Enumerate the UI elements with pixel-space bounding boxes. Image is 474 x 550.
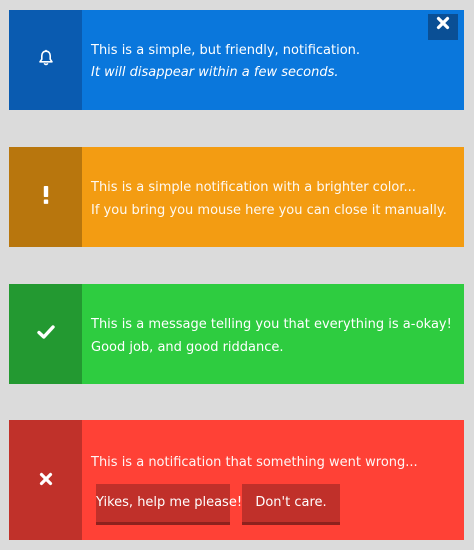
notification-success-body: This is a message telling you that every… bbox=[82, 284, 464, 384]
notification-error-body: This is a notification that something we… bbox=[82, 420, 464, 540]
notification-success-icon-panel bbox=[9, 284, 82, 384]
notification-message: This is a message telling you that every… bbox=[91, 317, 452, 332]
notification-warning-icon-panel bbox=[9, 147, 82, 247]
notification-submessage: If you bring you mouse here you can clos… bbox=[91, 203, 447, 218]
checkmark-icon bbox=[36, 324, 55, 344]
notification-submessage: Good job, and good riddance. bbox=[91, 340, 284, 355]
notification-success: This is a message telling you that every… bbox=[9, 284, 464, 384]
notification-error: This is a notification that something we… bbox=[9, 420, 464, 540]
help-me-button[interactable]: Yikes, help me please! bbox=[96, 484, 242, 522]
exclamation-icon bbox=[41, 185, 51, 209]
close-button[interactable] bbox=[428, 14, 458, 40]
notification-error-icon-panel bbox=[9, 420, 82, 540]
notification-message: This is a notification that something we… bbox=[91, 455, 418, 470]
x-icon bbox=[39, 471, 53, 490]
notification-info: This is a simple, but friendly, notifica… bbox=[9, 10, 464, 110]
notification-warning[interactable]: This is a simple notification with a bri… bbox=[9, 147, 464, 247]
notification-warning-body: This is a simple notification with a bri… bbox=[82, 147, 464, 247]
notification-info-icon-panel bbox=[9, 10, 82, 110]
notification-message: This is a simple notification with a bri… bbox=[91, 180, 416, 195]
notification-message: This is a simple, but friendly, notifica… bbox=[91, 43, 361, 58]
notification-actions: Yikes, help me please! Don't care. bbox=[96, 484, 340, 522]
notification-submessage: It will disappear within a few seconds. bbox=[91, 65, 339, 80]
bell-icon bbox=[37, 49, 55, 71]
dont-care-button[interactable]: Don't care. bbox=[242, 484, 340, 522]
notification-info-body: This is a simple, but friendly, notifica… bbox=[82, 10, 464, 110]
close-icon bbox=[436, 16, 450, 38]
